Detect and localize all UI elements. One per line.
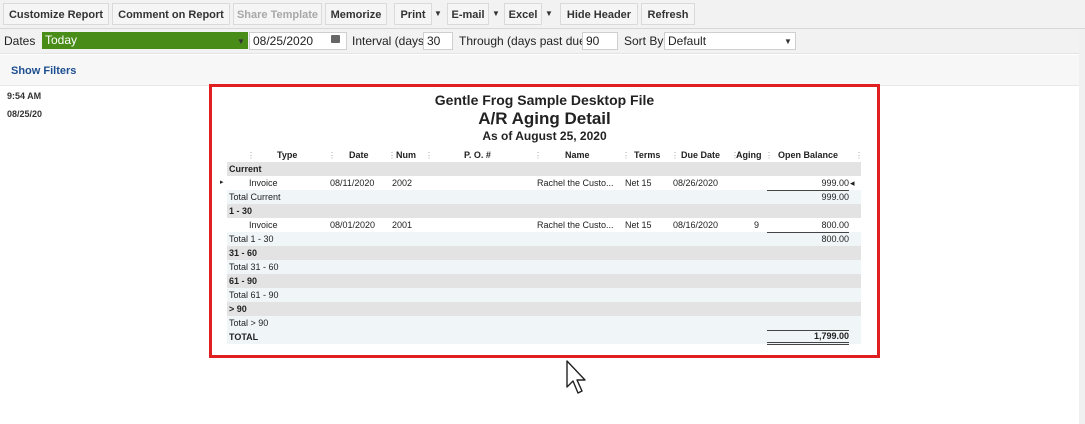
report-date: 08/25/20 — [7, 109, 43, 119]
section-current: Current — [227, 162, 861, 176]
column-separator[interactable]: ⋮ — [765, 151, 773, 160]
total-31-60-row: Total 31 - 60 — [227, 260, 861, 274]
col-date[interactable]: Date — [349, 150, 369, 160]
col-num[interactable]: Num — [396, 150, 416, 160]
section-1-30: 1 - 30 — [227, 204, 861, 218]
report-subtitle: As of August 25, 2020 — [482, 129, 607, 143]
vertical-scrollbar[interactable] — [1079, 29, 1085, 424]
show-filters-bar: Show Filters — [0, 55, 1085, 86]
total-label: Total 31 - 60 — [229, 262, 279, 272]
share-template-button[interactable]: Share Template — [233, 3, 322, 25]
hide-header-button[interactable]: Hide Header — [560, 3, 638, 25]
section-label: 1 - 30 — [229, 206, 253, 216]
section-label: Current — [229, 164, 262, 174]
email-dropdown-icon[interactable]: ▼ — [489, 3, 503, 25]
filter-bar: Dates Today ▼ 08/25/2020 Interval (days)… — [0, 29, 1085, 54]
column-separator[interactable]: ⋮ — [622, 151, 630, 160]
report-time: 9:54 AM — [7, 91, 42, 101]
total-label: Total > 90 — [229, 318, 269, 328]
section-label: 31 - 60 — [229, 248, 258, 258]
row-due-date: 08/16/2020 — [673, 220, 719, 230]
refresh-button[interactable]: Refresh — [641, 3, 695, 25]
calendar-icon[interactable] — [331, 35, 340, 43]
total-current-row: Total Current 999.00 — [227, 190, 861, 204]
row-name: Rachel the Custo... — [537, 220, 614, 230]
comment-on-report-button[interactable]: Comment on Report — [112, 3, 230, 25]
row-num: 2001 — [392, 220, 413, 230]
show-filters-link[interactable]: Show Filters — [11, 65, 76, 77]
through-label: Through (days past due) — [459, 34, 590, 48]
table-row[interactable]: Invoice 08/01/2020 2001 Rachel the Custo… — [227, 218, 861, 232]
row-name: Rachel the Custo... — [537, 178, 614, 188]
col-type[interactable]: Type — [277, 150, 297, 160]
excel-button[interactable]: Excel — [504, 3, 542, 25]
section-over-90: > 90 — [227, 302, 861, 316]
row-terms: Net 15 — [625, 220, 652, 230]
sort-dropdown-icon[interactable]: ▼ — [784, 37, 792, 46]
report-area: Gentle Frog Sample Desktop File A/R Agin… — [209, 84, 880, 358]
col-aging[interactable]: Aging — [736, 150, 762, 160]
total-label: Total Current — [229, 192, 281, 202]
dates-label: Dates — [4, 34, 36, 48]
section-label: 61 - 90 — [229, 276, 258, 286]
total-61-90-row: Total 61 - 90 — [227, 288, 861, 302]
grand-total-value: 1,799.00 — [767, 330, 849, 345]
row-type: Invoice — [249, 220, 278, 230]
through-input[interactable]: 90 — [582, 32, 618, 50]
total-1-30-row: Total 1 - 30 800.00 — [227, 232, 861, 246]
row-type: Invoice — [249, 178, 278, 188]
col-open-balance[interactable]: Open Balance — [778, 150, 838, 160]
report-title: A/R Aging Detail — [478, 109, 611, 128]
section-61-90: 61 - 90 — [227, 274, 861, 288]
col-name[interactable]: Name — [565, 150, 590, 160]
report-toolbar: Customize Report Comment on Report Share… — [0, 0, 1085, 29]
column-separator[interactable]: ⋮ — [425, 151, 433, 160]
column-separator[interactable]: ⋮ — [534, 151, 542, 160]
row-terms: Net 15 — [625, 178, 652, 188]
row-date: 08/01/2020 — [330, 220, 376, 230]
col-po[interactable]: P. O. # — [464, 150, 491, 160]
row-aging: 9 — [753, 220, 759, 230]
customize-report-button[interactable]: Customize Report — [3, 3, 109, 25]
total-value: 800.00 — [767, 232, 849, 245]
col-terms[interactable]: Terms — [634, 150, 660, 160]
sort-by-value: Default — [668, 34, 707, 48]
print-button[interactable]: Print — [394, 3, 432, 25]
row-due-date: 08/26/2020 — [673, 178, 719, 188]
sort-by-label: Sort By — [624, 34, 664, 48]
dates-dropdown-icon[interactable]: ▼ — [237, 37, 245, 46]
table-row[interactable]: ▸ Invoice 08/11/2020 2002 Rachel the Cus… — [220, 176, 861, 190]
total-label: TOTAL — [229, 332, 259, 342]
row-num: 2002 — [392, 178, 413, 188]
dates-select[interactable]: Today — [42, 32, 248, 49]
section-31-60: 31 - 60 — [227, 246, 861, 260]
interval-label: Interval (days) — [352, 34, 429, 48]
email-button[interactable]: E-mail — [447, 3, 489, 25]
column-separator[interactable]: ⋮ — [247, 151, 255, 160]
print-dropdown-icon[interactable]: ▼ — [431, 3, 445, 25]
total-label: Total 1 - 30 — [229, 234, 274, 244]
column-separator[interactable]: ⋮ — [855, 151, 863, 160]
row-open-balance: 800.00 — [821, 220, 849, 230]
memorize-button[interactable]: Memorize — [325, 3, 387, 25]
total-label: Total 61 - 90 — [229, 290, 279, 300]
sort-by-select[interactable]: Default — [664, 32, 796, 50]
date-value: 08/25/2020 — [253, 34, 314, 48]
column-separator[interactable]: ⋮ — [388, 151, 396, 160]
mouse-cursor-icon — [566, 360, 586, 394]
row-date: 08/11/2020 — [330, 178, 375, 188]
interval-input[interactable]: 30 — [423, 32, 453, 50]
column-separator[interactable]: ⋮ — [328, 151, 336, 160]
section-label: > 90 — [229, 304, 247, 314]
total-value: 999.00 — [767, 190, 849, 203]
column-separator[interactable]: ⋮ — [671, 151, 679, 160]
company-name: Gentle Frog Sample Desktop File — [434, 92, 655, 108]
col-due-date[interactable]: Due Date — [681, 150, 720, 160]
excel-dropdown-icon[interactable]: ▼ — [542, 3, 556, 25]
grand-total-row: TOTAL 1,799.00 — [227, 330, 861, 345]
row-pointer-icon: ◂ — [850, 178, 855, 188]
row-open-balance: 999.00 — [821, 178, 849, 188]
row-marker-icon: ▸ — [220, 179, 224, 186]
total-over-90-row: Total > 90 — [227, 316, 861, 330]
